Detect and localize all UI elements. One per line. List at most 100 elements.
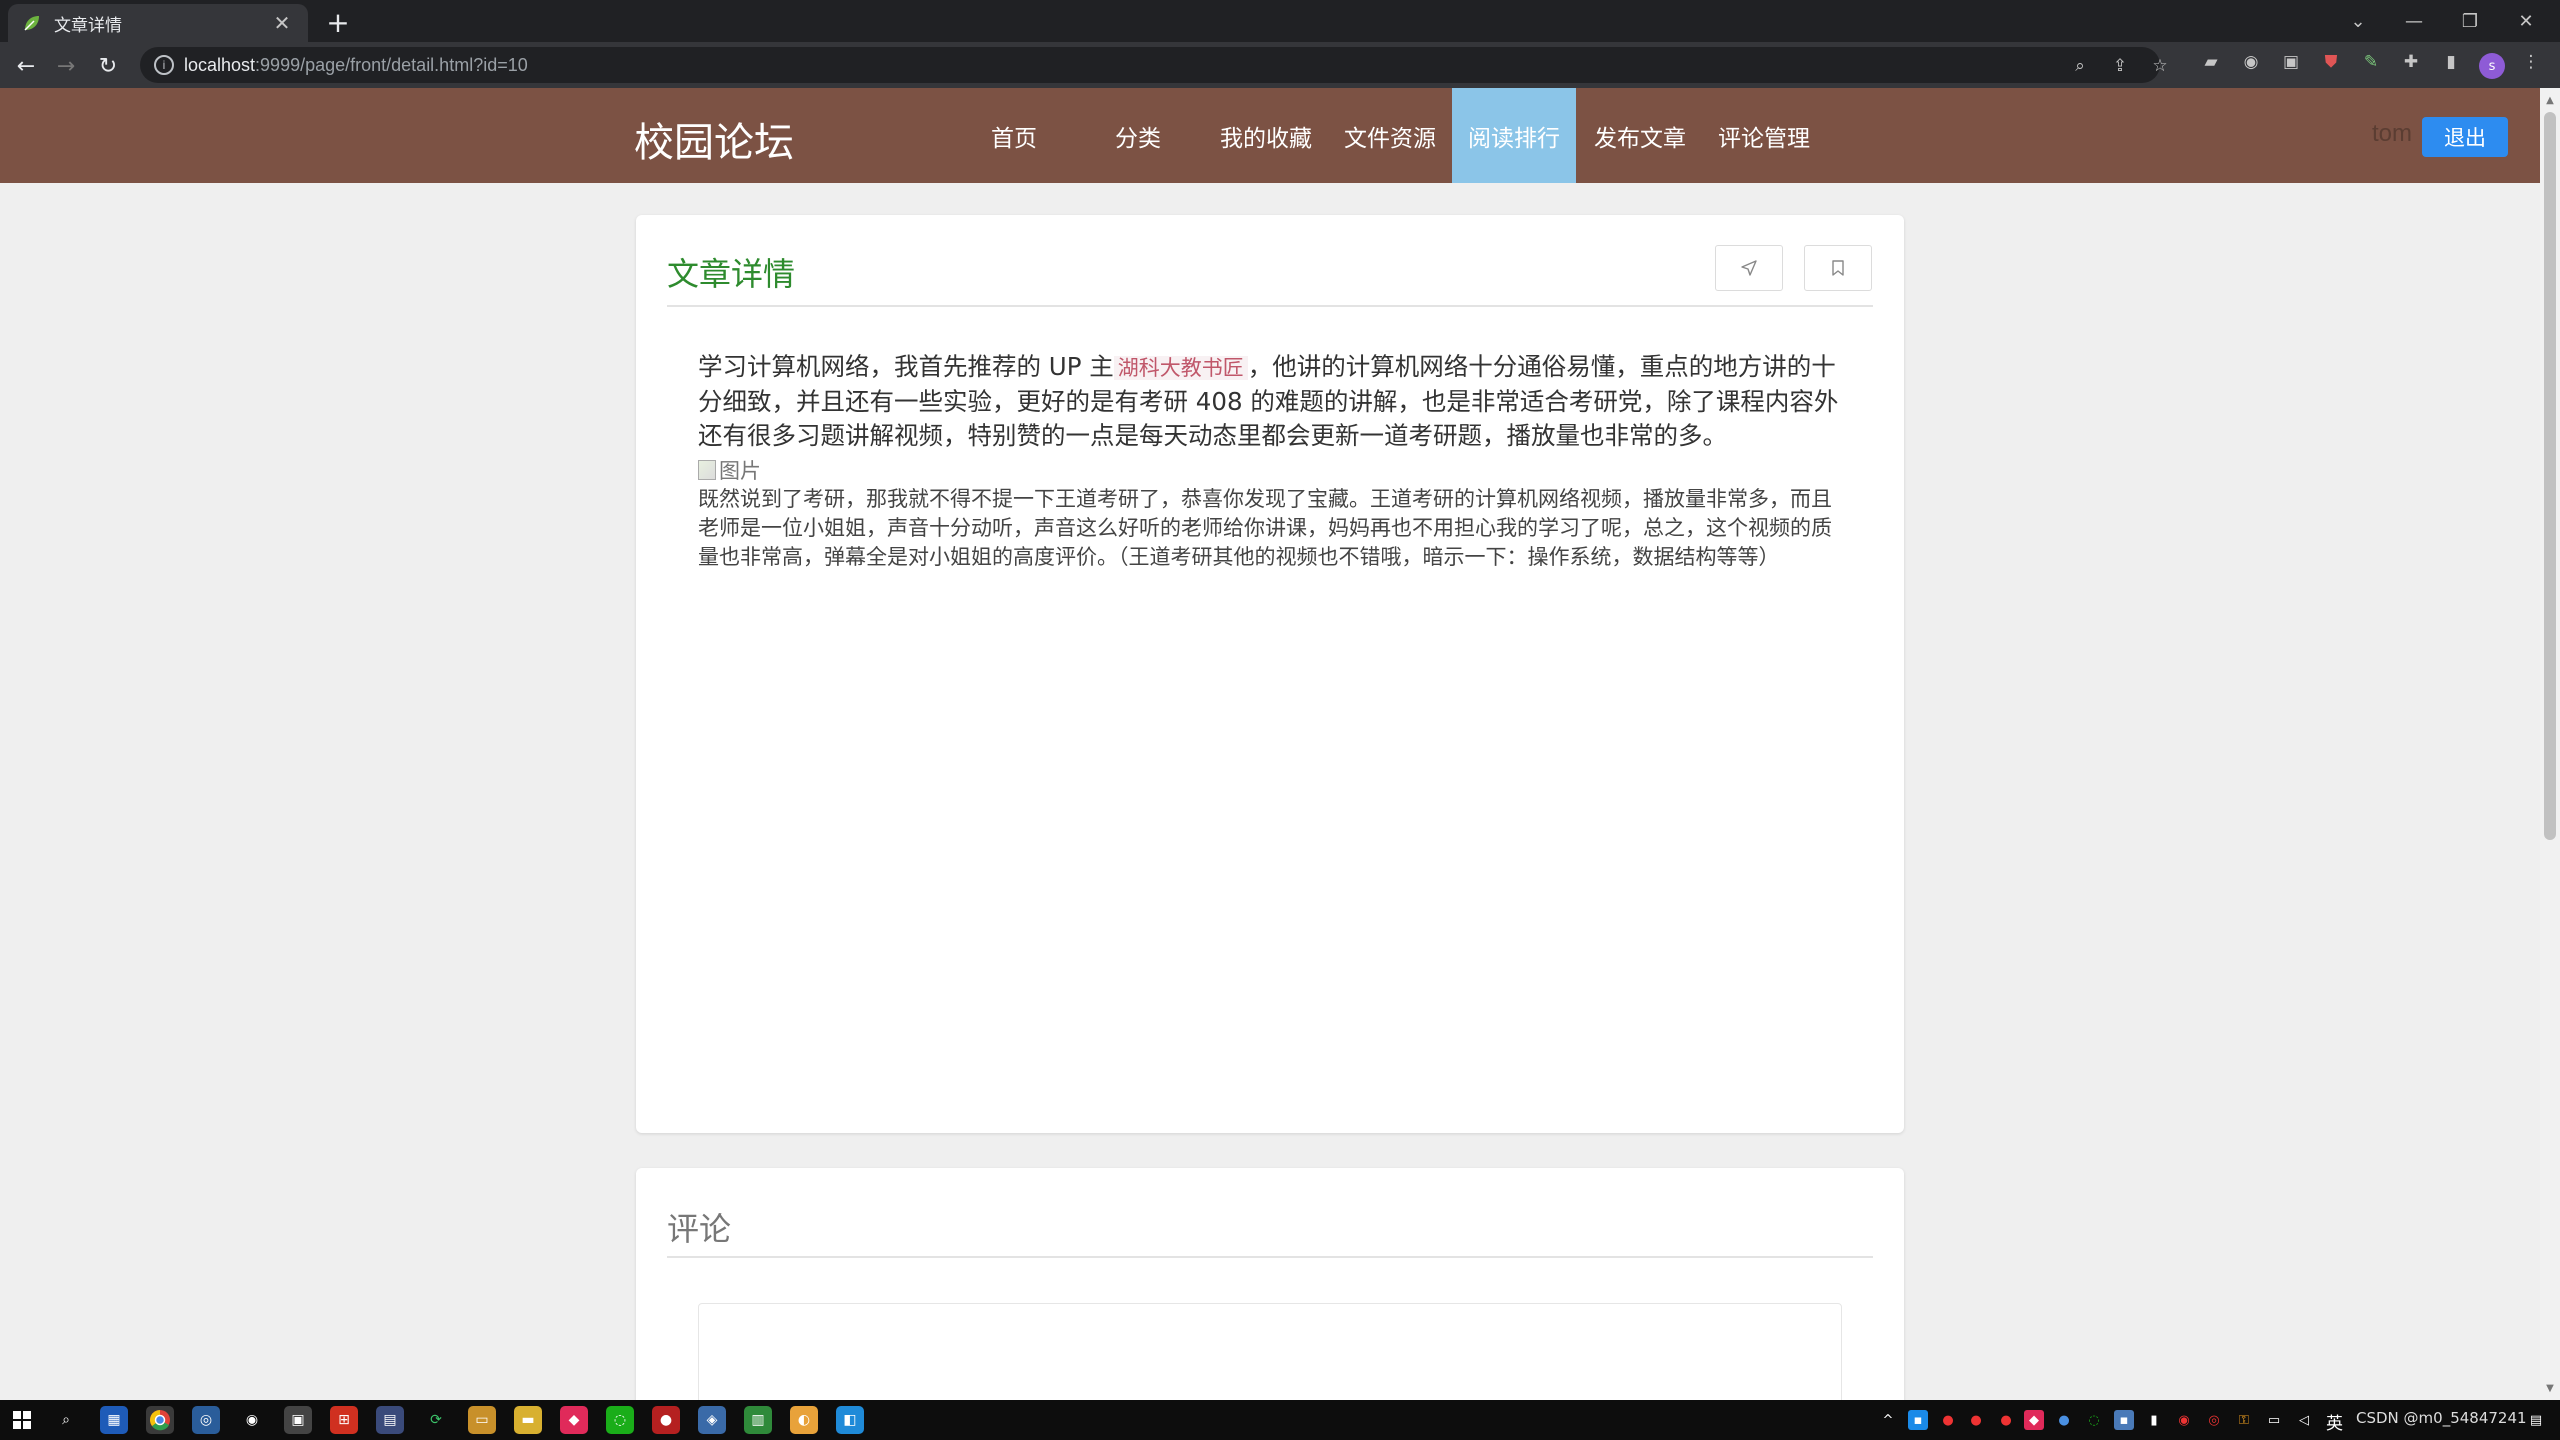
bookmark-icon — [1832, 260, 1844, 276]
bookmark-star-icon[interactable]: ☆ — [2148, 54, 2172, 78]
scroll-up-icon[interactable]: ▲ — [2540, 90, 2560, 110]
explorer-app-icon[interactable]: ▬ — [514, 1406, 542, 1434]
notification-icon[interactable]: ▤ — [2526, 1410, 2546, 1430]
extensions-puzzle-icon[interactable]: ✚ — [2398, 49, 2424, 75]
broken-image-icon — [698, 460, 716, 480]
site-info-icon[interactable]: i — [154, 55, 174, 75]
share-icon[interactable]: ⇪ — [2108, 54, 2132, 78]
active-app-icon[interactable]: ◐ — [790, 1406, 818, 1434]
nav-category[interactable]: 分类 — [1096, 88, 1180, 183]
url-path: :9999/page/front/detail.html?id=10 — [255, 54, 528, 75]
search-icon[interactable]: ⌕ — [52, 1406, 80, 1434]
sync-app-icon[interactable]: ⟳ — [422, 1406, 450, 1434]
browser2-app-icon[interactable]: ◎ — [192, 1406, 220, 1434]
minimize-icon[interactable]: — — [2386, 0, 2442, 42]
browser-menu-icon[interactable]: ⋮ — [2518, 49, 2544, 75]
netease-app-icon[interactable]: ● — [652, 1406, 680, 1434]
tray-volume-icon[interactable]: ◁ — [2294, 1410, 2314, 1430]
new-tab-icon[interactable]: + — [322, 6, 354, 39]
wechat-app-icon[interactable]: ◌ — [606, 1406, 634, 1434]
vscode-app-icon[interactable]: ◧ — [836, 1406, 864, 1434]
comments-section-title: 评论 — [667, 1210, 732, 1248]
favorite-button[interactable] — [1804, 245, 1872, 291]
extension-camera-icon[interactable]: ◉ — [2238, 49, 2264, 75]
logout-button[interactable]: 退出 — [2422, 117, 2508, 157]
nav-publish[interactable]: 发布文章 — [1586, 88, 1694, 183]
remote-app-icon[interactable]: ▣ — [284, 1406, 312, 1434]
nav-reading-rank[interactable]: 阅读排行 — [1452, 88, 1576, 183]
site-logo[interactable]: 校园论坛 — [634, 110, 794, 168]
browser-tab-strip: 文章详情 ✕ + ⌄ — ❐ ✕ — [0, 0, 2560, 42]
comment-input[interactable] — [698, 1303, 1842, 1400]
comments-divider — [667, 1256, 1873, 1258]
send-icon — [1741, 260, 1757, 276]
share-button[interactable] — [1715, 245, 1783, 291]
page-scrollbar[interactable]: ▲ ▼ — [2540, 88, 2560, 1400]
tray-qq3-icon[interactable]: ● — [1996, 1410, 2016, 1430]
browser-toolbar: ← → ↻ i localhost:9999/page/front/detail… — [0, 42, 2560, 88]
broken-image: 图片 — [698, 455, 1848, 485]
address-bar[interactable]: i localhost:9999/page/front/detail.html?… — [140, 47, 2168, 83]
leaf-favicon-icon — [24, 16, 39, 31]
article-lead-paragraph: 学习计算机网络，我首先推荐的 UP 主湖科大教书匠 ，他讲的计算机网络十分通俗易懂… — [698, 350, 1848, 453]
chart-app-icon[interactable]: ▤ — [376, 1406, 404, 1434]
windows-taskbar: ⌕ ▦ ◎ ◉ ▣ ⊞ ▤ ⟳ ▭ ▬ ◆ ◌ ● ◈ ▥ ◐ ◧ ^ ▪ ● … — [0, 1400, 2560, 1440]
zoom-icon[interactable]: ⌕ — [2068, 54, 2092, 78]
comments-card: 评论 — [636, 1168, 1904, 1400]
extension-shield-icon[interactable]: ⛊ — [2318, 49, 2344, 75]
reload-icon[interactable]: ↻ — [92, 50, 124, 82]
extension-pen-icon[interactable]: ✎ — [2358, 49, 2384, 75]
tab-title: 文章详情 — [54, 15, 122, 36]
media-app-icon[interactable]: ◆ — [560, 1406, 588, 1434]
tray-qq1-icon[interactable]: ● — [1938, 1410, 1958, 1430]
tray-media-icon[interactable]: ◆ — [2024, 1410, 2044, 1430]
scrollbar-thumb[interactable] — [2544, 112, 2556, 840]
browser-tab[interactable]: 文章详情 ✕ — [8, 4, 308, 42]
tray-wechat-icon[interactable]: ◌ — [2084, 1410, 2104, 1430]
tray-qq2-icon[interactable]: ● — [1966, 1410, 1986, 1430]
page-content: 文章详情 学习计算机网络，我首先推荐的 UP 主湖科大教书匠 ，他讲的计算机网络十… — [0, 183, 2540, 1400]
lead-text-before: 学习计算机网络，我首先推荐的 UP 主 — [698, 352, 1114, 381]
up-host-tag[interactable]: 湖科大教书匠 — [1113, 356, 1248, 380]
tray-app3-icon[interactable]: ▪ — [2114, 1410, 2134, 1430]
tool-app-icon[interactable]: ◈ — [698, 1406, 726, 1434]
tray-overflow-icon[interactable]: ^ — [1878, 1410, 1898, 1430]
record-app-icon[interactable]: ◉ — [238, 1406, 266, 1434]
restore-icon[interactable]: ❐ — [2442, 0, 2498, 42]
chrome-app-icon[interactable] — [146, 1406, 174, 1434]
extension-chat-icon[interactable]: ▰ — [2198, 49, 2224, 75]
tray-record-icon[interactable]: ◉ — [2174, 1410, 2194, 1430]
nav-file-resources[interactable]: 文件资源 — [1336, 88, 1444, 183]
tray-key-icon[interactable]: ⚿ — [2234, 1410, 2254, 1430]
tray-app1-icon[interactable]: ▪ — [1908, 1410, 1928, 1430]
nav-comment-manage[interactable]: 评论管理 — [1710, 88, 1818, 183]
start-icon[interactable] — [8, 1406, 36, 1434]
nav-home[interactable]: 首页 — [972, 88, 1056, 183]
office-app-icon[interactable]: ⊞ — [330, 1406, 358, 1434]
article-card: 文章详情 学习计算机网络，我首先推荐的 UP 主湖科大教书匠 ，他讲的计算机网络十… — [636, 215, 1904, 1133]
folder-app-icon[interactable]: ▭ — [468, 1406, 496, 1434]
ide-app-icon[interactable]: ▦ — [100, 1406, 128, 1434]
profile-avatar[interactable]: s — [2479, 53, 2505, 79]
url-host: localhost — [184, 54, 256, 75]
back-icon[interactable]: ← — [10, 50, 42, 82]
tab-search-icon[interactable]: ⌄ — [2330, 0, 2386, 42]
tray-mic-icon[interactable]: ▮ — [2144, 1410, 2164, 1430]
tray-app4-icon[interactable]: ◎ — [2204, 1410, 2224, 1430]
article-section-title: 文章详情 — [667, 255, 796, 293]
nav-favorites[interactable]: 我的收藏 — [1212, 88, 1320, 183]
close-window-icon[interactable]: ✕ — [2498, 0, 2554, 42]
tray-app2-icon[interactable]: ● — [2054, 1410, 2074, 1430]
title-divider — [667, 305, 1873, 307]
scroll-down-icon[interactable]: ▼ — [2540, 1378, 2560, 1398]
tray-network-icon[interactable]: ▭ — [2264, 1410, 2284, 1430]
article-paragraph-2: 既然说到了考研，那我就不得不提一下王道考研了，恭喜你发现了宝藏。王道考研的计算机… — [698, 487, 1832, 569]
sheet-app-icon[interactable]: ▥ — [744, 1406, 772, 1434]
article-body: 学习计算机网络，我首先推荐的 UP 主湖科大教书匠 ，他讲的计算机网络十分通俗易懂… — [698, 350, 1848, 572]
tray-ime-lang[interactable]: 英 — [2326, 1409, 2343, 1434]
extension-image-icon[interactable]: ▣ — [2278, 49, 2304, 75]
close-tab-icon[interactable]: ✕ — [270, 11, 294, 35]
image-alt-text: 图片 — [719, 459, 761, 483]
forward-icon[interactable]: → — [50, 50, 82, 82]
side-panel-icon[interactable]: ▮ — [2438, 49, 2464, 75]
